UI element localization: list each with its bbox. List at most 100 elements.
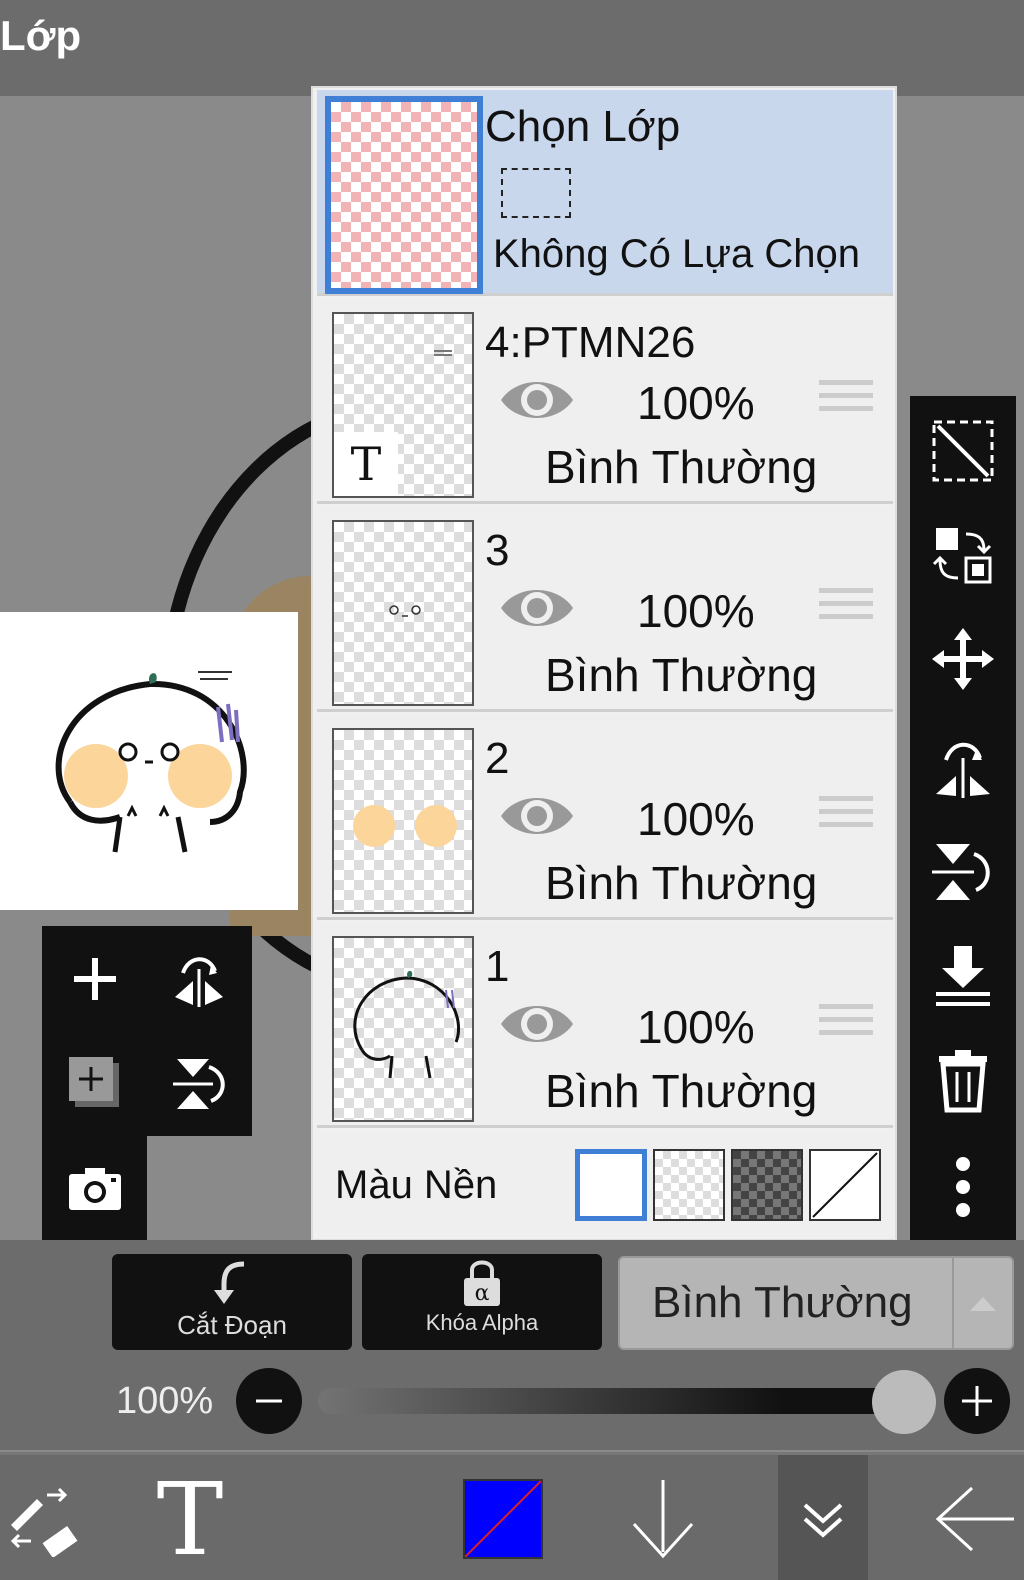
layer-blend-mode: Bình Thường [545, 857, 818, 909]
add-layer-button[interactable] [60, 944, 130, 1014]
clipping-button[interactable]: Cắt Đoạn [112, 1254, 352, 1350]
layer-opacity: 100% [637, 793, 755, 845]
opacity-decrease-button[interactable] [236, 1368, 302, 1434]
character-drawing [55, 671, 247, 853]
alpha-lock-label: Khóa Alpha [425, 1310, 539, 1335]
alpha-lock-button[interactable]: α Khóa Alpha [362, 1254, 602, 1350]
flip-horizontal-button[interactable] [928, 730, 998, 800]
layer-name: 3 [485, 526, 510, 575]
more-vertical-icon [956, 1157, 970, 1217]
add-copy-icon [69, 1057, 119, 1107]
text-tool-button[interactable]: T [140, 1455, 240, 1580]
opacity-slider[interactable] [318, 1388, 898, 1414]
layer-thumbnail [332, 936, 474, 1122]
bg-white-swatch[interactable] [575, 1149, 647, 1221]
layer-row[interactable]: 1 100% Bình Thường [317, 924, 893, 1128]
flip-vertical-button[interactable] [928, 836, 998, 906]
layer-blend-mode: Bình Thường [545, 1065, 818, 1117]
layer-properties-bar: Cắt Đoạn α Khóa Alpha Bình Thường 100% [0, 1240, 1024, 1450]
bg-none-swatch[interactable] [809, 1149, 881, 1221]
opacity-label: 100% [116, 1380, 214, 1422]
drag-handle-icon[interactable] [819, 588, 873, 627]
merge-down-icon [936, 946, 990, 1006]
lineart-drawing [353, 970, 461, 1079]
swap-layer-button[interactable] [928, 520, 998, 590]
eye-icon[interactable] [497, 994, 577, 1054]
tool-switch-button[interactable] [0, 1455, 90, 1580]
flip-horizontal-icon [175, 957, 223, 1007]
dashed-selection-icon [932, 420, 994, 482]
delete-layer-button[interactable] [928, 1046, 998, 1116]
back-button[interactable] [928, 1455, 1024, 1580]
selection-layer-row[interactable]: Chọn Lớp Không Có Lựa Chọn [317, 90, 893, 296]
eye-icon[interactable] [497, 578, 577, 638]
selection-layer-title: Chọn Lớp [485, 102, 681, 151]
eye-icon[interactable] [497, 786, 577, 846]
duplicate-layer-button[interactable] [60, 1048, 130, 1118]
layer-row[interactable]: T 4:PTMN26 100% Bình Thường [317, 300, 893, 504]
clipping-label: Cắt Đoạn [177, 1310, 287, 1340]
marquee-selection-icon [501, 168, 571, 218]
canvas-preview [0, 612, 298, 910]
selection-status: Không Có Lựa Chọn [493, 232, 861, 276]
layer-blend-mode: Bình Thường [545, 441, 818, 493]
clip-arrow-icon [214, 1261, 245, 1304]
brush-eraser-icon [10, 1487, 78, 1557]
color-picker-button[interactable] [455, 1455, 550, 1580]
svg-text:α: α [475, 1281, 490, 1306]
minus-icon [256, 1399, 282, 1403]
blend-mode-select[interactable]: Bình Thường [618, 1256, 1014, 1350]
double-chevron-down-icon [803, 1503, 843, 1538]
opacity-increase-button[interactable] [944, 1368, 1010, 1434]
layer-name: 1 [485, 942, 510, 991]
camera-icon [69, 1168, 121, 1210]
layer-action-tools [42, 926, 252, 1241]
layer-panel: Chọn Lớp Không Có Lựa Chọn T 4:PTMN26 10… [311, 86, 897, 1241]
bg-dark-checker-swatch[interactable] [731, 1149, 803, 1221]
trash-icon [939, 1050, 987, 1113]
flip-horizontal-button[interactable] [164, 944, 234, 1014]
layer-opacity: 100% [637, 1001, 755, 1053]
background-color-row: Màu Nền [317, 1133, 893, 1237]
page-title: Lớp [0, 12, 82, 59]
drag-handle-icon[interactable] [819, 796, 873, 835]
eye-icon[interactable] [497, 370, 577, 430]
drag-handle-icon[interactable] [819, 380, 873, 419]
drag-handle-icon[interactable] [819, 1004, 873, 1043]
flip-horizontal-icon [936, 742, 990, 798]
layer-blend-mode: Bình Thường [545, 649, 818, 701]
move-layer-button[interactable] [928, 624, 998, 694]
flip-vertical-icon [932, 844, 990, 900]
color-slash-icon [464, 1481, 541, 1557]
move-icon [932, 628, 994, 690]
selection-layer-thumbnail [325, 96, 483, 294]
layer-name: 4:PTMN26 [485, 318, 696, 367]
opacity-slider-knob[interactable] [872, 1370, 936, 1434]
select-all-button[interactable] [928, 416, 998, 486]
layer-thumbnail [332, 728, 474, 914]
arrow-down-icon [632, 1480, 694, 1559]
camera-button[interactable] [60, 1154, 130, 1224]
bottom-toolbar: T [0, 1452, 1024, 1580]
text-layer-badge: T [334, 432, 398, 496]
layer-row[interactable]: 3 100% Bình Thường [317, 508, 893, 712]
top-bar: Lớp [0, 0, 1024, 96]
bg-light-checker-swatch[interactable] [653, 1149, 725, 1221]
layer-row[interactable]: 2 100% Bình Thường [317, 716, 893, 920]
chevron-up-icon [952, 1258, 1012, 1348]
more-options-button[interactable] [928, 1152, 998, 1222]
plus-icon [74, 958, 116, 1000]
eyes-drawing [389, 605, 421, 617]
flip-vertical-button[interactable] [164, 1048, 234, 1118]
layer-thumbnail [332, 520, 474, 706]
collapse-panel-button[interactable] [778, 1455, 868, 1580]
move-down-button[interactable] [618, 1455, 708, 1580]
layer-thumbnail: T [332, 312, 474, 498]
merge-down-button[interactable] [928, 940, 998, 1010]
thumbnail-text-mark [434, 350, 452, 356]
background-label: Màu Nền [335, 1163, 498, 1207]
arrow-left-icon [935, 1486, 1014, 1552]
layer-name: 2 [485, 734, 510, 783]
swap-icon [932, 528, 992, 584]
alpha-lock-icon: α [464, 1260, 500, 1306]
